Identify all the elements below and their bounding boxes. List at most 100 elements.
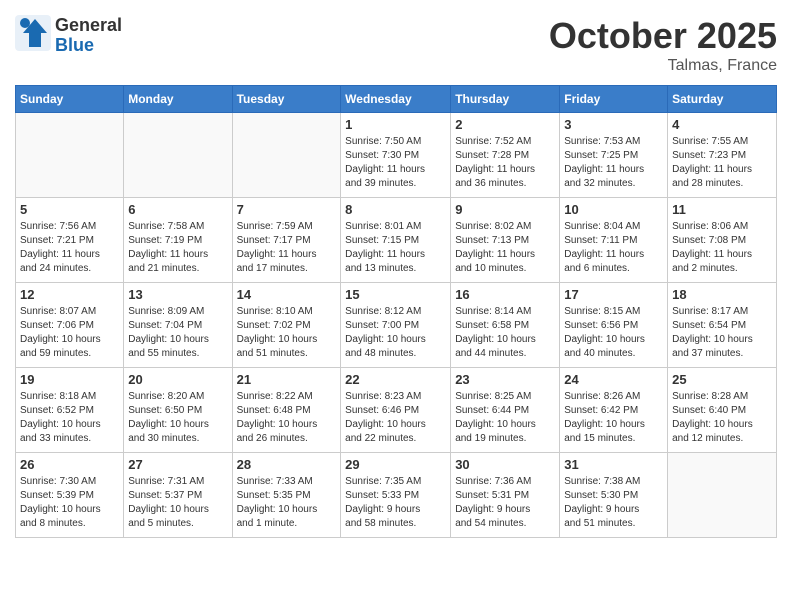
day-info: Sunrise: 7:55 AM Sunset: 7:23 PM Dayligh…	[672, 135, 772, 191]
day-number: 19	[20, 372, 119, 387]
day-number: 1	[345, 117, 446, 132]
calendar-cell	[232, 113, 341, 198]
day-info: Sunrise: 8:25 AM Sunset: 6:44 PM Dayligh…	[455, 390, 555, 446]
day-number: 16	[455, 287, 555, 302]
calendar-cell: 17Sunrise: 8:15 AM Sunset: 6:56 PM Dayli…	[560, 283, 668, 368]
calendar-cell: 27 Sunrise: 7:31 AM Sunset: 5:37 PM Dayli…	[124, 453, 232, 538]
calendar-cell: 16 Sunrise: 8:14 AM Sunset: 6:58 PM Dayli…	[451, 283, 560, 368]
calendar-cell: 31 Sunrise: 7:38 AM Sunset: 5:30 PM Dayli…	[560, 453, 668, 538]
day-info: Sunrise: 8:06 AM Sunset: 7:08 PM Dayligh…	[672, 220, 772, 276]
day-number: 6	[128, 202, 227, 217]
calendar-cell: 26Sunrise: 7:30 AM Sunset: 5:39 PM Dayli…	[16, 453, 124, 538]
logo-text: General Blue	[55, 16, 122, 56]
calendar-cell	[16, 113, 124, 198]
day-info: Sunrise: 8:28 AM Sunset: 6:40 PM Dayligh…	[672, 390, 772, 446]
day-info: Sunrise: 8:17 AM Sunset: 6:54 PM Dayligh…	[672, 305, 772, 361]
day-number: 11	[672, 202, 772, 217]
day-number: 12	[20, 287, 119, 302]
calendar-cell: 28 Sunrise: 7:33 AM Sunset: 5:35 PM Dayli…	[232, 453, 341, 538]
day-number: 31	[564, 457, 663, 472]
col-header-friday: Friday	[560, 86, 668, 113]
calendar-cell: 20 Sunrise: 8:20 AM Sunset: 6:50 PM Dayli…	[124, 368, 232, 453]
calendar-cell: 1Sunrise: 7:50 AM Sunset: 7:30 PM Daylig…	[341, 113, 451, 198]
day-info: Sunrise: 7:56 AM Sunset: 7:21 PM Dayligh…	[20, 220, 119, 276]
day-info: Sunrise: 7:53 AM Sunset: 7:25 PM Dayligh…	[564, 135, 663, 191]
day-number: 26	[20, 457, 119, 472]
day-info: Sunrise: 7:38 AM Sunset: 5:30 PM Dayligh…	[564, 475, 663, 531]
day-info: Sunrise: 8:26 AM Sunset: 6:42 PM Dayligh…	[564, 390, 663, 446]
day-info: Sunrise: 7:58 AM Sunset: 7:19 PM Dayligh…	[128, 220, 227, 276]
day-number: 18	[672, 287, 772, 302]
day-info: Sunrise: 8:10 AM Sunset: 7:02 PM Dayligh…	[237, 305, 337, 361]
day-number: 23	[455, 372, 555, 387]
day-number: 24	[564, 372, 663, 387]
day-number: 17	[564, 287, 663, 302]
day-number: 21	[237, 372, 337, 387]
calendar-cell: 8 Sunrise: 8:01 AM Sunset: 7:15 PM Daylig…	[341, 198, 451, 283]
day-number: 30	[455, 457, 555, 472]
day-info: Sunrise: 8:01 AM Sunset: 7:15 PM Dayligh…	[345, 220, 446, 276]
day-number: 20	[128, 372, 227, 387]
logo-general-text: General	[55, 16, 122, 36]
day-info: Sunrise: 8:09 AM Sunset: 7:04 PM Dayligh…	[128, 305, 227, 361]
day-number: 29	[345, 457, 446, 472]
calendar-cell: 23 Sunrise: 8:25 AM Sunset: 6:44 PM Dayli…	[451, 368, 560, 453]
week-row: 19Sunrise: 8:18 AM Sunset: 6:52 PM Dayli…	[16, 368, 777, 453]
day-number: 3	[564, 117, 663, 132]
day-info: Sunrise: 8:14 AM Sunset: 6:58 PM Dayligh…	[455, 305, 555, 361]
day-info: Sunrise: 8:22 AM Sunset: 6:48 PM Dayligh…	[237, 390, 337, 446]
day-number: 14	[237, 287, 337, 302]
calendar-cell: 18 Sunrise: 8:17 AM Sunset: 6:54 PM Dayli…	[668, 283, 777, 368]
day-number: 4	[672, 117, 772, 132]
day-number: 15	[345, 287, 446, 302]
calendar-cell	[668, 453, 777, 538]
logo-blue-text: Blue	[55, 36, 122, 56]
day-info: Sunrise: 7:59 AM Sunset: 7:17 PM Dayligh…	[237, 220, 337, 276]
day-info: Sunrise: 8:02 AM Sunset: 7:13 PM Dayligh…	[455, 220, 555, 276]
calendar-cell: 25Sunrise: 8:28 AM Sunset: 6:40 PM Dayli…	[668, 368, 777, 453]
month-title: October 2025	[549, 15, 777, 57]
col-header-tuesday: Tuesday	[232, 86, 341, 113]
calendar-cell: 12 Sunrise: 8:07 AM Sunset: 7:06 PM Dayli…	[16, 283, 124, 368]
calendar-cell: 4 Sunrise: 7:55 AM Sunset: 7:23 PM Daylig…	[668, 113, 777, 198]
day-number: 13	[128, 287, 227, 302]
day-info: Sunrise: 8:23 AM Sunset: 6:46 PM Dayligh…	[345, 390, 446, 446]
page-header: General Blue October 2025 Talmas, France	[15, 15, 777, 75]
col-header-monday: Monday	[124, 86, 232, 113]
day-info: Sunrise: 7:52 AM Sunset: 7:28 PM Dayligh…	[455, 135, 555, 191]
day-number: 8	[345, 202, 446, 217]
day-number: 5	[20, 202, 119, 217]
calendar-cell: 7 Sunrise: 7:59 AM Sunset: 7:17 PM Daylig…	[232, 198, 341, 283]
day-info: Sunrise: 7:35 AM Sunset: 5:33 PM Dayligh…	[345, 475, 446, 531]
calendar-cell: 13 Sunrise: 8:09 AM Sunset: 7:04 PM Dayli…	[124, 283, 232, 368]
week-row: 5 Sunrise: 7:56 AM Sunset: 7:21 PM Daylig…	[16, 198, 777, 283]
day-info: Sunrise: 8:12 AM Sunset: 7:00 PM Dayligh…	[345, 305, 446, 361]
col-header-saturday: Saturday	[668, 86, 777, 113]
calendar-cell: 22Sunrise: 8:23 AM Sunset: 6:46 PM Dayli…	[341, 368, 451, 453]
day-info: Sunrise: 7:36 AM Sunset: 5:31 PM Dayligh…	[455, 475, 555, 531]
week-row: 12 Sunrise: 8:07 AM Sunset: 7:06 PM Dayli…	[16, 283, 777, 368]
calendar-cell: 3 Sunrise: 7:53 AM Sunset: 7:25 PM Daylig…	[560, 113, 668, 198]
calendar-cell: 10 Sunrise: 8:04 AM Sunset: 7:11 PM Dayli…	[560, 198, 668, 283]
logo-icon	[15, 15, 51, 51]
day-info: Sunrise: 8:20 AM Sunset: 6:50 PM Dayligh…	[128, 390, 227, 446]
logo: General Blue	[15, 15, 122, 56]
calendar-cell: 15 Sunrise: 8:12 AM Sunset: 7:00 PM Dayli…	[341, 283, 451, 368]
day-number: 27	[128, 457, 227, 472]
day-info: Sunrise: 7:31 AM Sunset: 5:37 PM Dayligh…	[128, 475, 227, 531]
location: Talmas, France	[549, 57, 777, 75]
day-info: Sunrise: 7:33 AM Sunset: 5:35 PM Dayligh…	[237, 475, 337, 531]
calendar-cell: 5 Sunrise: 7:56 AM Sunset: 7:21 PM Daylig…	[16, 198, 124, 283]
day-info: Sunrise: 8:04 AM Sunset: 7:11 PM Dayligh…	[564, 220, 663, 276]
calendar-cell: 11 Sunrise: 8:06 AM Sunset: 7:08 PM Dayli…	[668, 198, 777, 283]
title-block: October 2025 Talmas, France	[549, 15, 777, 75]
calendar-table: SundayMondayTuesdayWednesdayThursdayFrid…	[15, 85, 777, 538]
calendar-cell: 2Sunrise: 7:52 AM Sunset: 7:28 PM Daylig…	[451, 113, 560, 198]
day-info: Sunrise: 8:07 AM Sunset: 7:06 PM Dayligh…	[20, 305, 119, 361]
calendar-cell: 30 Sunrise: 7:36 AM Sunset: 5:31 PM Dayli…	[451, 453, 560, 538]
day-number: 7	[237, 202, 337, 217]
day-number: 10	[564, 202, 663, 217]
calendar-cell: 6 Sunrise: 7:58 AM Sunset: 7:19 PM Daylig…	[124, 198, 232, 283]
calendar-cell: 9Sunrise: 8:02 AM Sunset: 7:13 PM Daylig…	[451, 198, 560, 283]
day-number: 28	[237, 457, 337, 472]
